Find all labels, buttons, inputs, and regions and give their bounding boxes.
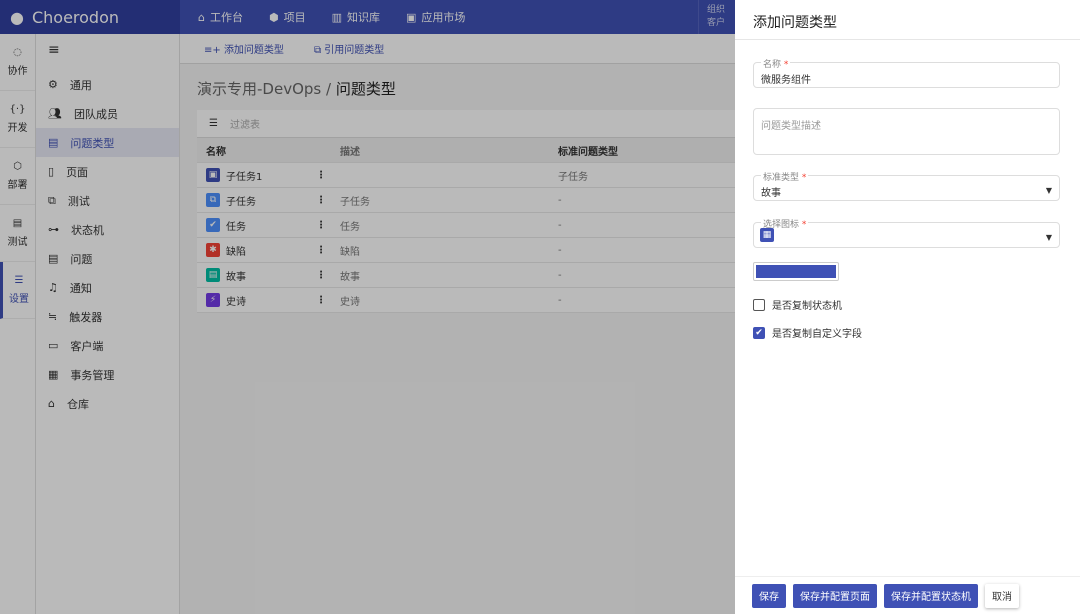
standard-type-select[interactable]: 标准类型 * 故事 ▼ bbox=[753, 170, 1060, 201]
save-configure-state-button[interactable]: 保存并配置状态机 bbox=[884, 583, 978, 608]
required-mark: * bbox=[801, 220, 807, 230]
panel-footer: 保存 保存并配置页面 保存并配置状态机 取消 bbox=[735, 576, 1080, 614]
required-mark: * bbox=[783, 60, 789, 70]
add-issue-type-panel: 添加问题类型 名称 * 微服务组件 问题类型描述 标准类型 * 故事 ▼ 选择图… bbox=[735, 0, 1080, 614]
label-text: 标准类型 bbox=[763, 173, 800, 183]
std-value: 故事 bbox=[761, 188, 781, 199]
caret-down-icon: ▼ bbox=[1045, 186, 1052, 195]
color-swatch bbox=[756, 265, 836, 278]
grid-icon: ▦ bbox=[760, 228, 774, 242]
modal-overlay[interactable] bbox=[0, 0, 735, 614]
caret-down-icon: ▼ bbox=[1045, 233, 1052, 242]
checkbox-box bbox=[753, 298, 765, 311]
label-text: 名称 bbox=[763, 60, 782, 70]
copy-state-machine-checkbox[interactable]: 是否复制状态机 bbox=[753, 297, 842, 312]
name-field[interactable]: 名称 * 微服务组件 bbox=[753, 57, 1060, 88]
description-field[interactable]: 问题类型描述 bbox=[753, 108, 1060, 155]
icon-select[interactable]: 选择图标 * ▦ ▼ bbox=[753, 217, 1060, 248]
name-value: 微服务组件 bbox=[761, 75, 811, 86]
copy-custom-fields-checkbox[interactable]: ✔ 是否复制自定义字段 bbox=[753, 325, 862, 340]
save-configure-page-button[interactable]: 保存并配置页面 bbox=[793, 583, 877, 608]
panel-title: 添加问题类型 bbox=[735, 0, 1080, 40]
checkbox-box: ✔ bbox=[753, 326, 765, 339]
std-label: 标准类型 * bbox=[761, 170, 809, 183]
save-button[interactable]: 保存 bbox=[752, 583, 786, 608]
checkbox-label: 是否复制状态机 bbox=[772, 301, 842, 312]
cancel-button[interactable]: 取消 bbox=[985, 583, 1019, 608]
checkbox-label: 是否复制自定义字段 bbox=[772, 329, 862, 340]
required-mark: * bbox=[801, 173, 807, 183]
color-picker[interactable] bbox=[753, 262, 839, 281]
name-label: 名称 * bbox=[761, 57, 791, 70]
